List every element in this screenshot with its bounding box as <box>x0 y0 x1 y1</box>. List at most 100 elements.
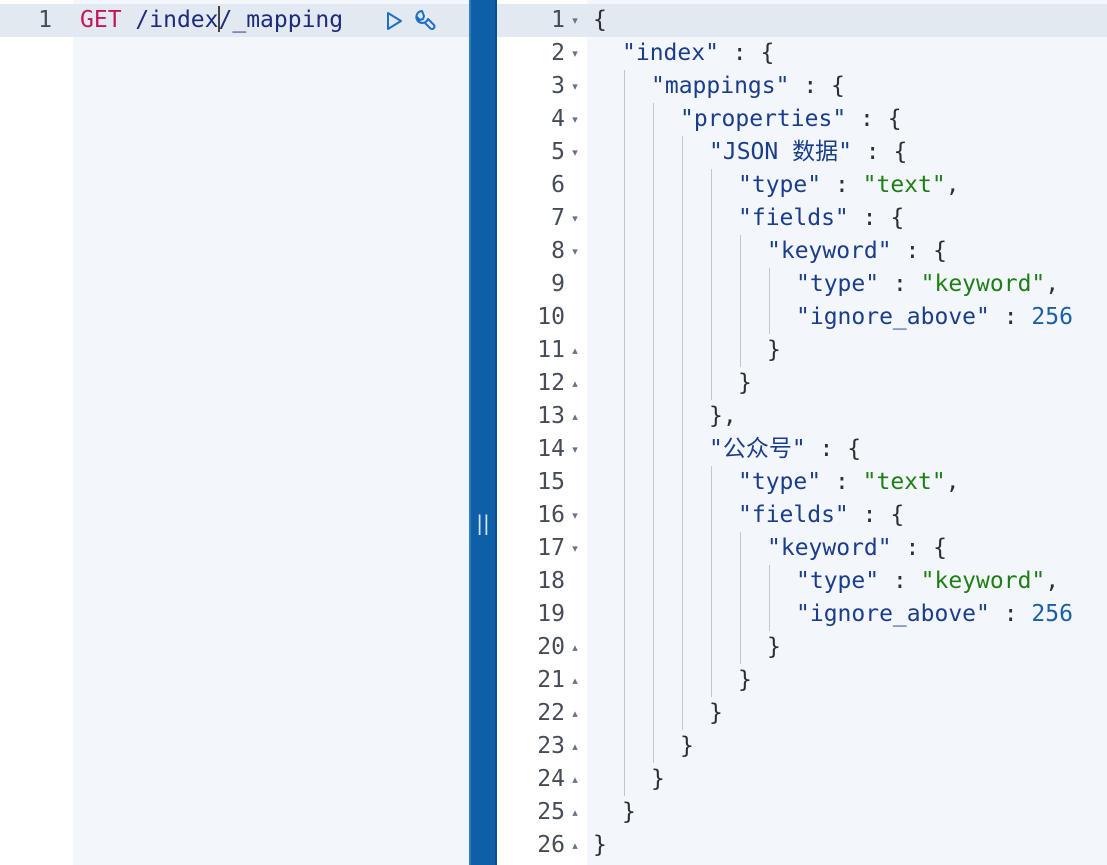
line-number: 4 <box>551 106 565 132</box>
indent-guide <box>711 631 712 664</box>
json-string: "text" <box>862 469 946 495</box>
code-line: 4 ▾ "properties" : { <box>497 103 1107 136</box>
request-method: GET <box>80 7 122 33</box>
code-text: "mappings" : { <box>651 70 845 103</box>
code-line: 14 ▾ "公众号" : { <box>497 433 1107 466</box>
indent-guide <box>653 433 654 466</box>
fold-collapse-icon[interactable]: ▾ <box>568 235 582 268</box>
line-number: 8 <box>551 238 565 264</box>
code-line: 23 ▴} <box>497 730 1107 763</box>
line-number: 16 <box>537 502 565 528</box>
json-punctuation: : <box>821 172 863 198</box>
indent-guide <box>653 664 654 697</box>
indent-guide <box>711 664 712 697</box>
indent-guide <box>740 532 741 565</box>
code-text: "type" : "text", <box>738 466 960 499</box>
fold-collapse-icon[interactable]: ▾ <box>568 202 582 235</box>
json-punctuation: : { <box>848 502 905 528</box>
indent-guide <box>711 301 712 334</box>
fold-expand-icon[interactable]: ▴ <box>568 400 582 433</box>
json-punctuation: } <box>767 337 781 363</box>
code-line: 7 ▾ "fields" : { <box>497 202 1107 235</box>
code-text: } <box>709 697 723 730</box>
resizer-grip[interactable]: || <box>469 508 497 538</box>
indent-guide <box>624 763 625 796</box>
request-editor[interactable]: 1 GET /index/_mapping <box>0 0 469 865</box>
json-punctuation: : <box>821 469 863 495</box>
indent-guide <box>624 730 625 763</box>
fold-expand-icon[interactable]: ▴ <box>568 730 582 763</box>
fold-collapse-icon[interactable]: ▾ <box>568 37 582 70</box>
fold-collapse-icon[interactable]: ▾ <box>568 433 582 466</box>
fold-collapse-icon[interactable]: ▾ <box>568 103 582 136</box>
indent-guide <box>711 532 712 565</box>
json-number: 256 <box>1031 304 1073 330</box>
fold-expand-icon[interactable]: ▴ <box>568 367 582 400</box>
code-text: "fields" : { <box>738 202 904 235</box>
json-punctuation: : <box>879 568 921 594</box>
json-punctuation: : { <box>851 139 908 165</box>
indent-guide <box>653 169 654 202</box>
line-number: 7 <box>551 205 565 231</box>
fold-expand-icon[interactable]: ▴ <box>568 796 582 829</box>
fold-expand-icon[interactable]: ▴ <box>568 829 582 862</box>
code-line: 26 ▴} <box>497 829 1107 862</box>
json-punctuation: : { <box>846 106 902 132</box>
indent-guide <box>653 268 654 301</box>
fold-collapse-icon[interactable]: ▾ <box>568 532 582 565</box>
fold-expand-icon[interactable]: ▴ <box>568 664 582 697</box>
line-number: 19 <box>537 601 565 627</box>
indent-guide <box>682 169 683 202</box>
indent-guide <box>711 169 712 202</box>
json-punctuation: : { <box>718 40 775 66</box>
json-punctuation: : { <box>891 238 948 264</box>
run-request-icon[interactable] <box>383 10 405 32</box>
indent-guide <box>653 631 654 664</box>
fold-expand-icon[interactable]: ▴ <box>568 631 582 664</box>
json-key: "type" <box>796 568 880 594</box>
line-number: 18 <box>537 568 565 594</box>
indent-guide <box>624 268 625 301</box>
fold-expand-icon[interactable]: ▴ <box>568 697 582 730</box>
request-line[interactable]: GET /index/_mapping <box>80 4 343 37</box>
indent-guide <box>624 301 625 334</box>
response-viewer[interactable]: 1 ▾{2 ▾ "index" : {3 ▾ "mappings" : {4 ▾ "prope… <box>497 0 1107 865</box>
fold-collapse-icon[interactable]: ▾ <box>568 70 582 103</box>
indent-guide <box>653 598 654 631</box>
json-key: "ignore_above" <box>796 304 990 330</box>
line-number: 17 <box>537 535 565 561</box>
code-line: 21 ▴} <box>497 664 1107 697</box>
indent-guide <box>624 136 625 169</box>
fold-expand-icon[interactable]: ▴ <box>568 334 582 367</box>
indent-guide <box>624 664 625 697</box>
fold-collapse-icon[interactable]: ▾ <box>568 499 582 532</box>
code-line: 18 "type" : "keyword", <box>497 565 1107 598</box>
code-text: } <box>651 763 665 796</box>
json-key: "type" <box>796 271 880 297</box>
line-number: 21 <box>537 667 565 693</box>
json-punctuation: , <box>945 469 960 495</box>
code-text: "keyword" : { <box>767 532 947 565</box>
code-text: "type" : "keyword", <box>796 565 1059 598</box>
code-line: 20 ▴} <box>497 631 1107 664</box>
fold-collapse-icon[interactable]: ▾ <box>568 4 582 37</box>
indent-guide <box>740 235 741 268</box>
pane-resizer[interactable]: || <box>469 0 497 865</box>
wrench-icon[interactable] <box>411 7 439 35</box>
indent-guide <box>653 697 654 730</box>
json-punctuation: } <box>709 700 723 726</box>
fold-expand-icon[interactable]: ▴ <box>568 763 582 796</box>
json-punctuation: } <box>738 370 752 396</box>
code-text: } <box>767 334 781 367</box>
line-number: 14 <box>537 436 565 462</box>
indent-guide <box>682 664 683 697</box>
code-line: 5 ▾ "JSON 数据" : { <box>497 136 1107 169</box>
indent-guide <box>653 136 654 169</box>
fold-collapse-icon[interactable]: ▾ <box>568 136 582 169</box>
indent-guide <box>624 400 625 433</box>
code-text: "type" : "text", <box>738 169 960 202</box>
json-punctuation: }, <box>709 403 737 429</box>
indent-guide <box>682 565 683 598</box>
indent-guide <box>653 532 654 565</box>
line-number: 26 <box>537 832 565 858</box>
